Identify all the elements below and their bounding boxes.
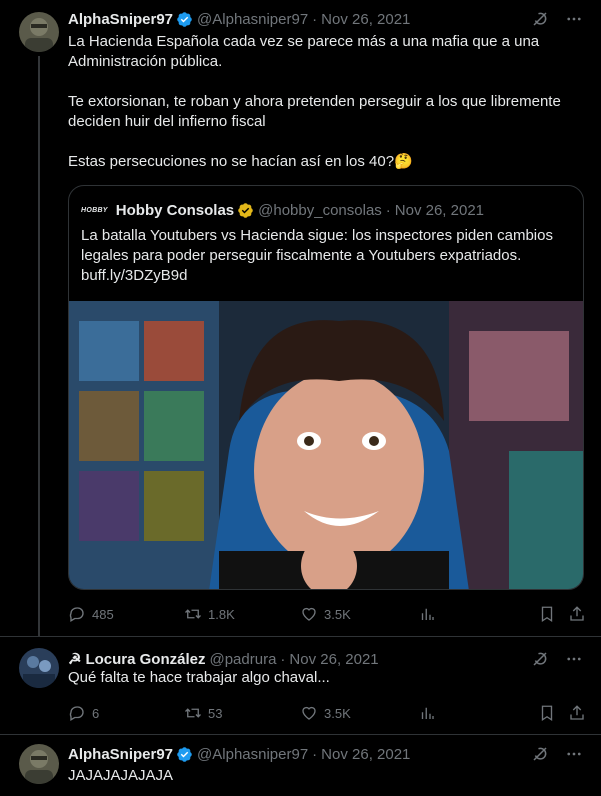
tweet-corner-actions: [531, 10, 583, 28]
views-icon: [421, 707, 434, 719]
tweet-actions: 485 1.8K 3.5K: [68, 604, 584, 624]
verified-badge-icon: [177, 746, 192, 762]
retweet-button[interactable]: 53: [184, 704, 222, 722]
share-icon: [570, 606, 584, 621]
quoted-tweet-text: La batalla Youtubers vs Hacienda sigue: …: [81, 227, 553, 284]
retweet-icon: [185, 609, 201, 619]
quoted-tweet-date: Nov 26, 2021: [394, 201, 485, 219]
quoted-author-handle: @hobby_consolas: [258, 201, 382, 219]
separator-dot: ·: [280, 650, 286, 668]
like-button[interactable]: 3.5K: [300, 704, 351, 722]
author-name[interactable]: Locura González: [85, 651, 205, 668]
retweet-button[interactable]: 1.8K: [184, 605, 235, 623]
tweet-text: Qué falta te hace trabajar algo chaval..…: [68, 669, 330, 686]
separator-dot: ·: [312, 10, 318, 28]
reply-button[interactable]: 485: [68, 605, 114, 623]
avatar[interactable]: [19, 12, 59, 52]
like-count: 3.5K: [324, 606, 351, 622]
bookmark-button[interactable]: [538, 605, 556, 623]
author-name[interactable]: AlphaSniper97: [68, 11, 173, 28]
author-name[interactable]: AlphaSniper97: [68, 746, 173, 763]
like-icon: [302, 706, 316, 720]
retweet-count: 1.8K: [208, 606, 235, 622]
separator-dot: ·: [385, 201, 391, 219]
like-count: 3.5K: [324, 705, 351, 721]
tweet-text: La Hacienda Española cada vez se parece …: [68, 33, 561, 170]
separator-dot: ·: [312, 745, 318, 763]
tweet-actions: 6 53 3.5K: [68, 703, 584, 723]
tweet-text: JAJAJAJAJAJA: [68, 767, 174, 784]
tweet-date[interactable]: Nov 26, 2021: [321, 746, 410, 763]
reply-count: 485: [92, 606, 114, 622]
grok-icon[interactable]: [531, 650, 549, 668]
avatar[interactable]: [19, 744, 59, 784]
bookmark-icon: [541, 606, 553, 623]
more-icon[interactable]: [565, 745, 583, 763]
avatar[interactable]: [19, 648, 59, 688]
more-icon[interactable]: [565, 10, 583, 28]
views-button[interactable]: [418, 704, 436, 722]
bookmark-icon: [541, 705, 553, 722]
retweet-icon: [185, 708, 201, 718]
grok-icon[interactable]: [531, 745, 549, 763]
views-icon: [421, 608, 434, 620]
verified-badge-icon: [177, 11, 192, 27]
tweet-corner-actions: [531, 745, 583, 763]
tweet-date[interactable]: Nov 26, 2021: [321, 11, 410, 28]
share-icon: [570, 705, 584, 720]
share-button[interactable]: [568, 605, 586, 623]
tweet-header: ☭ Locura González @padrura · Nov 26, 202…: [68, 649, 379, 669]
avatar-image: [19, 744, 59, 784]
quoted-avatar-logo: HOBBY: [81, 206, 108, 214]
more-icon[interactable]: [565, 650, 583, 668]
share-button[interactable]: [568, 704, 586, 722]
like-icon: [302, 607, 316, 621]
verified-badge-icon: [238, 202, 253, 218]
avatar-image: [19, 12, 59, 52]
tweet-2[interactable]: ☭ Locura González @padrura · Nov 26, 202…: [0, 637, 601, 734]
author-handle[interactable]: @Alphasniper97: [197, 11, 308, 28]
bookmark-button[interactable]: [538, 704, 556, 722]
reply-button[interactable]: 6: [68, 704, 99, 722]
quoted-tweet-header: HOBBY Hobby Consolas @hobby_consolas · N…: [81, 200, 484, 220]
quoted-tweet-image[interactable]: [69, 301, 584, 590]
grok-icon[interactable]: [531, 10, 549, 28]
tweet-date[interactable]: Nov 26, 2021: [289, 651, 378, 668]
reply-icon: [69, 706, 84, 721]
retweet-count: 53: [208, 705, 223, 721]
tweet-header: AlphaSniper97 @Alphasniper97 · Nov 26, 2…: [68, 744, 410, 764]
tweet-3[interactable]: AlphaSniper97 @Alphasniper97 · Nov 26, 2…: [0, 735, 601, 796]
avatar-image: [19, 648, 59, 688]
tweet-1[interactable]: AlphaSniper97 @Alphasniper97 · Nov 26, 2…: [0, 0, 601, 636]
tweet-corner-actions: [531, 650, 583, 668]
author-name-prefix: ☭: [68, 651, 82, 668]
thread-line: [38, 56, 40, 636]
reply-icon: [69, 607, 84, 622]
tweet-header: AlphaSniper97 @Alphasniper97 · Nov 26, 2…: [68, 9, 410, 29]
like-button[interactable]: 3.5K: [300, 605, 351, 623]
author-handle[interactable]: @Alphasniper97: [197, 746, 308, 763]
views-button[interactable]: [418, 605, 436, 623]
quoted-tweet[interactable]: HOBBY Hobby Consolas @hobby_consolas · N…: [68, 185, 584, 590]
quoted-author-name: Hobby Consolas: [115, 201, 235, 219]
reply-count: 6: [92, 705, 100, 721]
author-handle[interactable]: @padrura: [209, 651, 276, 668]
